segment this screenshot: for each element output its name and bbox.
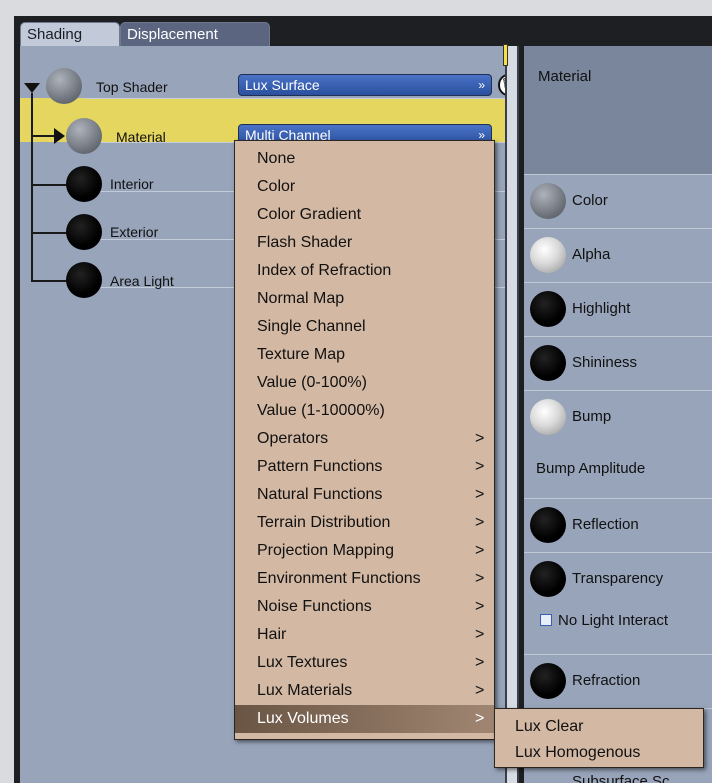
property-label: Reflection: [572, 516, 639, 533]
exterior-preview-ball: [66, 214, 102, 250]
trash-icon[interactable]: 🗑: [498, 74, 505, 96]
property-label: Alpha: [572, 246, 611, 263]
submenu-arrow-icon: >: [475, 626, 485, 643]
property-row-alpha[interactable]: Alpha: [524, 228, 712, 282]
top-shader-dropdown-value: Lux Surface: [245, 77, 320, 93]
row-divider: [84, 98, 505, 99]
top-shader-dropdown[interactable]: Lux Surface »: [238, 74, 492, 96]
interior-preview-ball: [66, 166, 102, 202]
menu-item-index-of-refraction[interactable]: Index of Refraction: [235, 257, 494, 285]
submenu-arrow-icon: >: [475, 654, 485, 671]
menu-item-normal-map[interactable]: Normal Map: [235, 285, 494, 313]
submenu-arrow-icon: >: [475, 710, 485, 727]
collapse-triangle-icon[interactable]: [24, 83, 40, 93]
menu-item-texture-map[interactable]: Texture Map: [235, 341, 494, 369]
exterior-label[interactable]: Exterior: [110, 224, 158, 240]
property-row-bump[interactable]: Bump: [524, 390, 712, 444]
menu-item-value-large-percent[interactable]: Value (1-10000%): [235, 397, 494, 425]
menu-item-color-gradient[interactable]: Color Gradient: [235, 201, 494, 229]
chevron-down-icon: »: [478, 78, 485, 92]
property-row-shininess[interactable]: Shininess: [524, 336, 712, 390]
reflection-preview-ball: [530, 507, 566, 543]
submenu-arrow-icon: >: [475, 514, 485, 531]
area-light-label[interactable]: Area Light: [110, 273, 174, 289]
submenu-item-lux-clear[interactable]: Lux Clear: [495, 714, 703, 740]
property-row-transparency[interactable]: Transparency: [524, 552, 712, 606]
property-label: Transparency: [572, 570, 664, 587]
property-label: Highlight: [572, 300, 631, 317]
tab-displacement[interactable]: Displacement: [120, 22, 270, 48]
transparency-preview-ball: [530, 561, 566, 597]
tree-connector-line: [31, 232, 69, 234]
arrow-right-icon: [54, 128, 65, 144]
property-label: Refraction: [572, 672, 641, 689]
top-shader-label[interactable]: Top Shader: [96, 79, 168, 95]
menu-item-color[interactable]: Color: [235, 173, 494, 201]
submenu-arrow-icon: >: [475, 682, 485, 699]
refraction-preview-ball: [530, 663, 566, 699]
submenu-arrow-icon: >: [475, 458, 485, 475]
submenu-item-lux-homogenous[interactable]: Lux Homogenous: [495, 740, 703, 766]
menu-item-flash-shader[interactable]: Flash Shader: [235, 229, 494, 257]
shininess-preview-ball: [530, 345, 566, 381]
menu-item-lux-textures[interactable]: Lux Textures >: [235, 649, 494, 677]
material-title: Material: [538, 68, 592, 85]
menu-item-projection-mapping[interactable]: Projection Mapping >: [235, 537, 494, 565]
vertical-scrollbar[interactable]: [505, 46, 519, 783]
material-header: Material: [524, 46, 712, 174]
property-label: Bump: [572, 408, 612, 425]
submenu-arrow-icon: >: [475, 542, 485, 559]
highlight-preview-ball: [530, 291, 566, 327]
menu-item-pattern-functions[interactable]: Pattern Functions >: [235, 453, 494, 481]
top-shader-preview-ball: [46, 68, 82, 104]
material-preview-ball: [66, 118, 102, 154]
menu-item-terrain-distribution[interactable]: Terrain Distribution >: [235, 509, 494, 537]
tree-connector-line: [31, 93, 33, 281]
shader-type-menu: None Color Color Gradient Flash Shader I…: [234, 140, 495, 740]
material-label[interactable]: Material: [116, 129, 166, 145]
property-label: Subsurface Sc: [572, 773, 670, 783]
bump-preview-ball: [530, 399, 566, 435]
menu-item-single-channel[interactable]: Single Channel: [235, 313, 494, 341]
lux-volumes-submenu: Lux Clear Lux Homogenous: [494, 708, 704, 768]
area-light-preview-ball: [66, 262, 102, 298]
menu-item-operators[interactable]: Operators >: [235, 425, 494, 453]
property-row-reflection[interactable]: Reflection: [524, 498, 712, 552]
property-row-refraction[interactable]: Refraction: [524, 654, 712, 708]
bump-amplitude-label: Bump Amplitude: [536, 460, 646, 477]
menu-item-environment-functions[interactable]: Environment Functions >: [235, 565, 494, 593]
tree-connector-line: [31, 184, 69, 186]
property-row-color[interactable]: Color: [524, 174, 712, 228]
tab-shading[interactable]: Shading: [20, 22, 120, 48]
property-label: Color: [572, 192, 608, 209]
no-light-interaction-label: No Light Interact: [558, 612, 669, 629]
menu-item-lux-volumes[interactable]: Lux Volumes >: [235, 705, 494, 733]
no-light-interaction-checkbox[interactable]: [540, 614, 552, 626]
property-label: Shininess: [572, 354, 638, 371]
submenu-arrow-icon: >: [475, 570, 485, 587]
tree-connector-line: [31, 280, 69, 282]
color-preview-ball: [530, 183, 566, 219]
menu-item-hair[interactable]: Hair >: [235, 621, 494, 649]
material-properties-panel: Material Color Alpha Highlight Shininess…: [524, 46, 712, 783]
tree-connector-line: [31, 135, 55, 137]
menu-item-noise-functions[interactable]: Noise Functions >: [235, 593, 494, 621]
submenu-arrow-icon: >: [475, 430, 485, 447]
interior-label[interactable]: Interior: [110, 176, 154, 192]
menu-item-value-percent[interactable]: Value (0-100%): [235, 369, 494, 397]
submenu-arrow-icon: >: [475, 598, 485, 615]
property-row-highlight[interactable]: Highlight: [524, 282, 712, 336]
menu-item-natural-functions[interactable]: Natural Functions >: [235, 481, 494, 509]
scroll-position-marker[interactable]: [503, 44, 508, 66]
submenu-arrow-icon: >: [475, 486, 485, 503]
menu-item-none[interactable]: None: [235, 145, 494, 173]
alpha-preview-ball: [530, 237, 566, 273]
menu-item-lux-materials[interactable]: Lux Materials >: [235, 677, 494, 705]
